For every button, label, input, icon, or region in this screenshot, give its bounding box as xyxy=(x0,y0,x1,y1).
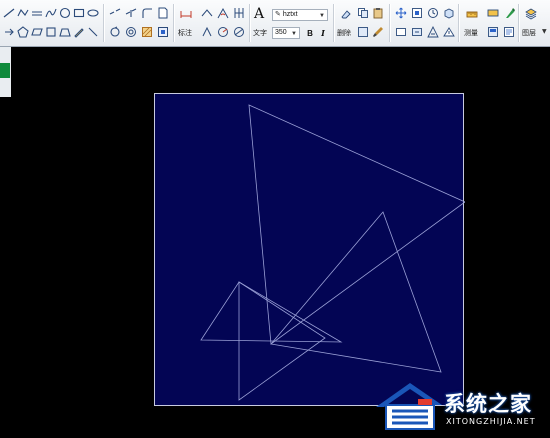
eraser-icon[interactable] xyxy=(338,6,354,22)
drawing-canvas[interactable] xyxy=(154,93,465,406)
watermark-domain: XITONGZHIJIA.NET xyxy=(446,417,536,426)
dimension-icon[interactable] xyxy=(178,6,194,22)
text-style-select[interactable]: ✎ hztxt ▼ xyxy=(272,9,328,21)
layer-label[interactable]: 图层 xyxy=(522,28,536,38)
small-triangle-outline[interactable] xyxy=(200,281,343,343)
line-tool-icon[interactable] xyxy=(2,6,16,20)
text-style-value: hztxt xyxy=(282,11,298,18)
layer-icon[interactable] xyxy=(523,6,539,22)
text-label[interactable]: 文字 xyxy=(253,28,267,38)
leader-dimension-icon[interactable] xyxy=(200,25,214,39)
chevron-down-icon: ▼ xyxy=(319,13,325,19)
drawing-geometry xyxy=(200,104,465,401)
text-big-icon[interactable]: A xyxy=(254,6,264,22)
extend-tool-icon[interactable] xyxy=(108,6,122,20)
arrow-tool-icon[interactable] xyxy=(2,25,16,39)
offset-tool-icon[interactable] xyxy=(124,25,138,39)
large-triangle-outline[interactable] xyxy=(248,104,465,345)
ellipse-tool-icon[interactable] xyxy=(86,6,100,20)
aligned-dimension-icon[interactable] xyxy=(200,6,214,20)
measure-icon[interactable] xyxy=(464,6,480,22)
chevron-down-icon: ▼ xyxy=(291,31,297,37)
rectangle-tool-icon[interactable] xyxy=(72,6,86,20)
angle-dimension-icon[interactable] xyxy=(216,6,230,20)
zoom-previous-icon[interactable] xyxy=(410,25,424,39)
zoom-scale-icon[interactable] xyxy=(442,25,456,39)
hatch-tool-icon[interactable] xyxy=(140,25,154,39)
paste-icon[interactable] xyxy=(371,6,385,20)
ribbon-toolbar: 标注 A 文字 ✎ hztxt ▼ 350 ▼ B I 删除 测量 图层 ▼ xyxy=(0,0,550,47)
measure-label[interactable]: 测量 xyxy=(464,28,478,38)
parallelogram-tool-icon[interactable] xyxy=(30,25,44,39)
trapezoid-tool-icon[interactable] xyxy=(58,25,72,39)
properties-icon[interactable] xyxy=(502,25,516,39)
layer-dropdown-icon[interactable]: ▼ xyxy=(542,28,547,35)
text-height-select[interactable]: 350 ▼ xyxy=(272,27,300,39)
house-logo-icon xyxy=(376,383,442,430)
distance-icon[interactable] xyxy=(486,6,500,20)
marker-icon[interactable] xyxy=(502,6,516,20)
italic-button[interactable]: I xyxy=(316,26,330,40)
multiline-tool-icon[interactable] xyxy=(30,6,44,20)
pan-icon[interactable] xyxy=(394,6,408,20)
cut-icon[interactable] xyxy=(356,25,370,39)
trim-tool-icon[interactable] xyxy=(124,6,138,20)
zoom-window-icon[interactable] xyxy=(410,6,424,20)
copy-icon[interactable] xyxy=(356,6,370,20)
zoom-realtime-icon[interactable] xyxy=(426,6,440,20)
polyline-tool-icon[interactable] xyxy=(16,6,30,20)
area-icon[interactable] xyxy=(486,25,500,39)
block-tool-icon[interactable] xyxy=(156,25,170,39)
tall-triangle-outline[interactable] xyxy=(270,211,442,373)
spline-tool-icon[interactable] xyxy=(44,6,58,20)
text-style-icon: ✎ xyxy=(275,11,283,18)
3d-view-icon[interactable] xyxy=(442,6,456,20)
delete-label[interactable]: 删除 xyxy=(337,28,351,38)
annotate-label[interactable]: 标注 xyxy=(178,28,192,38)
page-tool-icon[interactable] xyxy=(156,6,170,20)
diameter-dimension-icon[interactable] xyxy=(232,25,246,39)
circle-tool-icon[interactable] xyxy=(58,6,72,20)
fillet-tool-icon[interactable] xyxy=(140,6,154,20)
watermark-logo: 系统之家 XITONGZHIJIA.NET xyxy=(374,379,550,433)
text-height-value: 350 xyxy=(275,29,287,36)
square-tool-icon[interactable] xyxy=(44,25,58,39)
polygon-tool-icon[interactable] xyxy=(16,25,30,39)
zoom-all-icon[interactable] xyxy=(426,25,440,39)
pencil-tool-icon[interactable] xyxy=(72,25,86,39)
rotate-tool-icon[interactable] xyxy=(108,25,122,39)
side-panel-toggle-button[interactable] xyxy=(0,63,10,78)
radius-dimension-icon[interactable] xyxy=(216,25,230,39)
watermark-name: 系统之家 xyxy=(444,392,532,416)
diagonal-line-tool-icon[interactable] xyxy=(86,25,100,39)
brush-icon[interactable] xyxy=(371,25,385,39)
table-dimension-icon[interactable] xyxy=(232,6,246,20)
zoom-extents-icon[interactable] xyxy=(394,25,408,39)
bold-button[interactable]: B xyxy=(303,26,317,40)
